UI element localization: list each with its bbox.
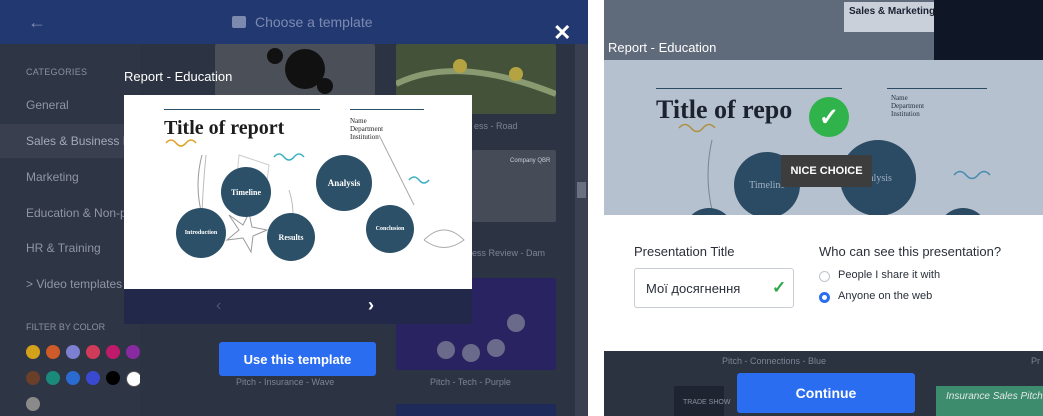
strip-thumb-dark <box>934 0 1043 60</box>
presentation-form: Presentation Title Who can see this pres… <box>604 215 1043 351</box>
close-icon[interactable]: ✕ <box>553 22 571 44</box>
color-swatch[interactable] <box>86 345 100 359</box>
check-icon: ✓ <box>809 97 849 137</box>
chevron-right-icon[interactable]: › <box>368 295 374 316</box>
color-swatch[interactable] <box>106 371 120 385</box>
category-hr[interactable]: HR & Training <box>26 241 101 255</box>
color-swatch[interactable] <box>126 345 140 359</box>
chevron-left-icon[interactable]: ‹ <box>216 297 221 315</box>
template-thumb-partial[interactable] <box>396 404 556 416</box>
color-swatch[interactable] <box>106 345 120 359</box>
thumb-label: Company QBR <box>510 158 551 164</box>
presentation-title-value: Мої досягнення <box>646 281 741 296</box>
color-swatch[interactable] <box>86 371 100 385</box>
category-general[interactable]: General <box>26 98 69 112</box>
preview-navigation: ‹ › <box>124 289 472 324</box>
use-this-template-button[interactable]: Use this template <box>219 342 376 376</box>
presentation-setup-window: Sales & Marketing Proposal Title of repo… <box>604 0 1043 416</box>
nice-choice-badge: NICE CHOICE <box>781 155 872 187</box>
circle-analysis: Analysis <box>316 155 372 211</box>
color-swatch[interactable] <box>46 345 60 359</box>
category-marketing[interactable]: Marketing <box>26 170 79 184</box>
category-sidebar <box>0 44 140 416</box>
option-anyone-on-web[interactable]: Anyone on the web <box>838 290 932 302</box>
radio-anyone-on-web[interactable] <box>819 292 830 303</box>
radio-people-i-share[interactable] <box>819 271 830 282</box>
color-swatch[interactable] <box>46 371 60 385</box>
template-caption: Pitch - Insurance - Wave <box>236 377 335 387</box>
template-caption: ess Review - Dam <box>472 248 546 258</box>
template-preview: Title of report Name Department Institut… <box>124 95 472 289</box>
thumb-label: TRADE SHOW <box>683 399 731 406</box>
template-thumb-dam[interactable]: Company QBR <box>472 150 556 222</box>
thumb-art <box>267 48 333 94</box>
categories-heading: CATEGORIES <box>26 67 88 77</box>
template-caption-partial: Pr <box>1031 356 1040 366</box>
category-sales[interactable]: Sales & Business De <box>26 134 138 148</box>
check-icon: ✓ <box>772 278 787 297</box>
selected-template-name: Report - Education <box>608 40 717 55</box>
color-swatch[interactable] <box>26 397 40 411</box>
circle-results: Results <box>267 213 315 261</box>
color-swatch[interactable] <box>66 371 80 385</box>
color-swatch[interactable] <box>26 345 40 359</box>
category-video[interactable]: > Video templates <box>26 277 122 291</box>
header-bar: ← Choose a template <box>0 0 588 44</box>
circle-introduction: Introduction <box>176 208 226 258</box>
template-caption: ess - Road <box>474 121 518 131</box>
template-icon <box>232 16 246 28</box>
color-swatch[interactable] <box>26 371 40 385</box>
filter-by-color-heading: FILTER BY COLOR <box>26 322 106 332</box>
continue-button[interactable]: Continue <box>737 373 915 413</box>
template-caption: Pitch - Tech - Purple <box>430 377 511 387</box>
slide-decoration <box>678 123 991 211</box>
presentation-title-label: Presentation Title <box>634 244 735 259</box>
option-people-i-share[interactable]: People I share it with <box>838 269 940 281</box>
template-caption: Pitch - Connections - Blue <box>722 356 827 366</box>
circle-timeline: Timeline <box>221 167 271 217</box>
category-education[interactable]: Education & Non-pr <box>26 206 131 220</box>
thumb-label: Insurance Sales Pitch <box>946 391 1043 402</box>
header-title: Choose a template <box>255 14 373 30</box>
template-chooser-window: ← Choose a template CATEGORIES General S… <box>0 0 588 416</box>
scrollbar-track[interactable] <box>575 44 588 416</box>
scrollbar-thumb[interactable] <box>577 182 586 198</box>
presentation-title-input[interactable]: Мої досягнення ✓ <box>634 268 794 308</box>
visibility-label: Who can see this presentation? <box>819 244 1002 259</box>
arrow-left-icon[interactable]: ← <box>28 12 46 33</box>
color-swatch[interactable] <box>66 345 80 359</box>
template-thumb-company[interactable] <box>215 44 375 96</box>
selected-template-slide: Title of repo Name Department Institutio… <box>604 60 1043 215</box>
circle-conclusion: Conclusion <box>366 205 414 253</box>
preview-template-name: Report - Education <box>124 69 233 84</box>
